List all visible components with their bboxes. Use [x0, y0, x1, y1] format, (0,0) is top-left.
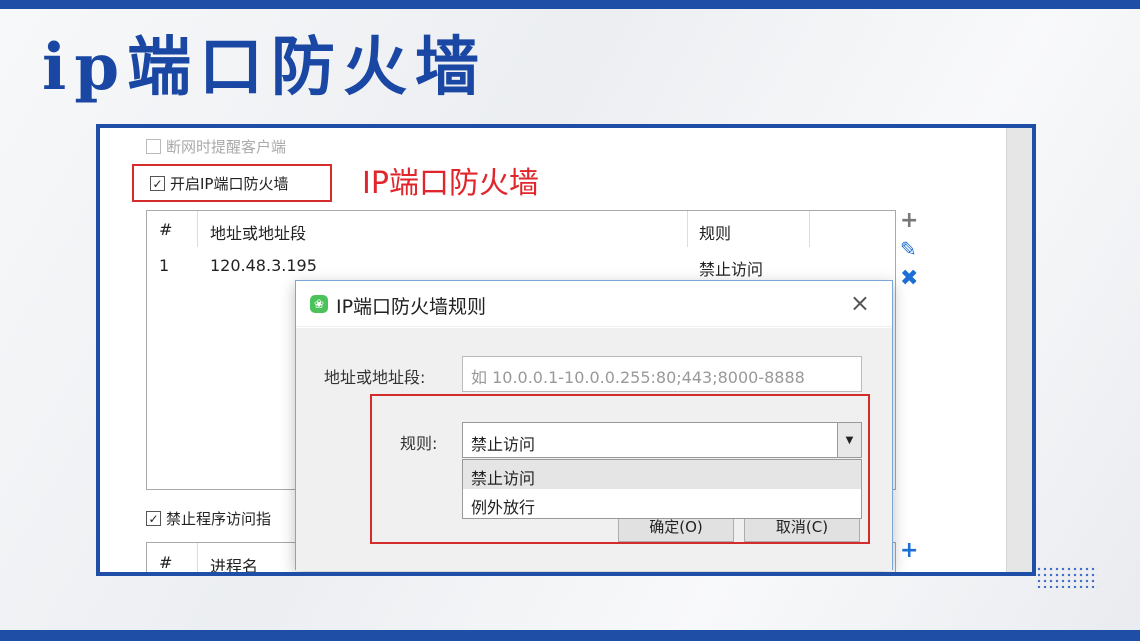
- table-row[interactable]: 1 120.48.3.195 禁止访问: [147, 247, 895, 283]
- dialog-title: IP端口防火墙规则: [336, 296, 487, 318]
- close-icon[interactable]: ×: [850, 289, 870, 317]
- column-divider: [809, 211, 810, 247]
- column-header-index[interactable]: #: [159, 220, 172, 239]
- table-header: # 地址或地址段 规则: [147, 211, 895, 247]
- remind-disconnect-checkbox[interactable]: 断网时提醒客户端: [146, 136, 286, 157]
- cell-index: 1: [159, 256, 170, 275]
- column-divider: [197, 543, 198, 572]
- decorative-dots: [1036, 566, 1098, 588]
- column-header-rule[interactable]: 规则: [699, 220, 731, 244]
- column-header-index[interactable]: #: [159, 553, 172, 572]
- add-icon[interactable]: +: [900, 540, 918, 562]
- screenshot-frame: 断网时提醒客户端 ✓ 开启IP端口防火墙 IP端口防火墙 # 地址或地址段 规则…: [96, 124, 1036, 576]
- slide-bottom-bar: [0, 630, 1140, 641]
- slide-title: ip端口防火墙: [42, 30, 488, 105]
- address-label: 地址或地址段:: [324, 368, 426, 387]
- add-icon[interactable]: +: [900, 210, 918, 232]
- delete-icon[interactable]: ✖: [900, 268, 918, 290]
- ban-program-checkbox[interactable]: ✓ 禁止程序访问指: [146, 508, 271, 529]
- address-input[interactable]: 如 10.0.0.1-10.0.0.255:80;443;8000-8888: [462, 356, 862, 392]
- highlight-box-firewall: [132, 164, 332, 202]
- dialog-titlebar: ❀ IP端口防火墙规则 ×: [296, 281, 892, 327]
- annotation-text: IP端口防火墙: [362, 166, 539, 201]
- edit-icon[interactable]: ✎: [900, 238, 917, 260]
- highlight-box-rule: [370, 394, 870, 544]
- column-divider: [197, 211, 198, 247]
- remind-disconnect-label: 断网时提醒客户端: [166, 138, 287, 156]
- ban-program-label: 禁止程序访问指: [166, 510, 272, 528]
- app-icon: ❀: [310, 295, 328, 313]
- cell-rule: 禁止访问: [699, 260, 764, 279]
- checkmark-icon[interactable]: ✓: [146, 511, 161, 526]
- cell-address: 120.48.3.195: [210, 256, 317, 275]
- column-header-address[interactable]: 地址或地址段: [210, 220, 306, 244]
- column-header-process[interactable]: 进程名: [210, 553, 258, 572]
- checkbox-box[interactable]: [146, 139, 161, 154]
- slide-top-bar: [0, 0, 1140, 9]
- scrollbar[interactable]: [1006, 128, 1032, 572]
- column-divider: [687, 211, 688, 247]
